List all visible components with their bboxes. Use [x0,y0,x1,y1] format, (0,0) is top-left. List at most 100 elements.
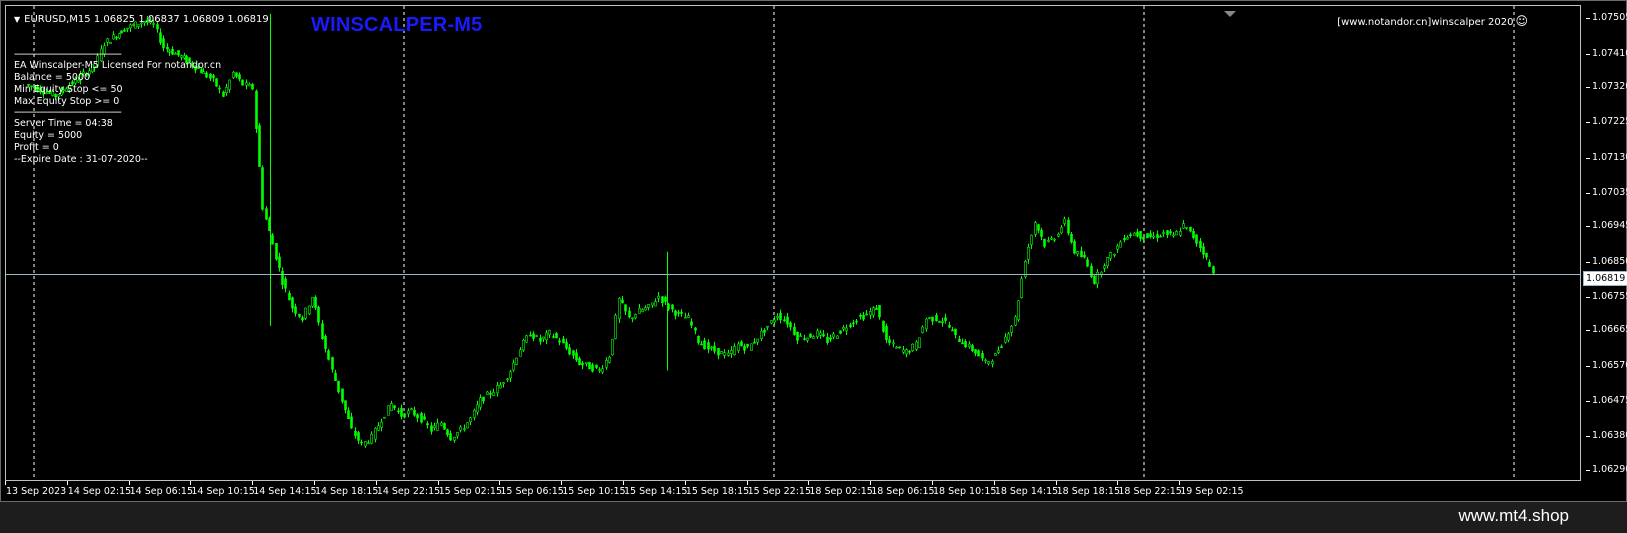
candle-body [403,413,406,418]
candle-body [849,324,852,328]
candle-body [129,24,132,29]
time-axis[interactable]: 13 Sep 2023 14 Sep 02:15 14 Sep 06:15 14 Se… [1,481,1581,501]
candle-body [390,403,393,412]
candle-body [1208,261,1211,267]
candle-body [694,327,697,331]
candle-body [453,436,456,441]
candle-body [298,313,301,317]
candle-body [275,243,278,260]
candle-body [1076,251,1079,255]
candle-body [697,335,700,343]
candle-body [657,295,660,299]
candle-body [1090,265,1093,277]
candle-body [1192,230,1195,239]
candle-body [304,307,307,319]
candle-body [1086,259,1089,267]
price-tick-label: 1.07320 [1592,81,1627,93]
time-tick [499,481,501,485]
candle-body [407,410,410,415]
candle-body [548,330,551,335]
candle-body [588,362,591,370]
price-tick-label: 1.06570 [1592,359,1627,371]
candle-body [680,312,683,314]
candle-body [479,397,482,408]
price-tick-label: 1.06290 [1592,463,1627,475]
candle-body [374,427,377,440]
time-tick-label: 14 Sep 22:15 [376,486,441,497]
candle-body [634,314,637,319]
candle-body [370,433,373,444]
candle-body [882,320,885,332]
candle-body [449,433,452,441]
candle-body [347,410,350,420]
dropdown-triangle-icon[interactable]: ▼ [14,15,20,24]
candle-body [598,369,601,372]
candle-body [446,429,449,435]
candle-body [261,167,264,210]
candle-body [433,425,436,429]
symbol-info: EURUSD,M15 1.06825 1.06837 1.06809 1.068… [24,14,269,25]
candle-body [713,345,716,352]
chart-window[interactable]: ▼ EURUSD,M15 1.06825 1.06837 1.06809 1.06… [0,0,1627,502]
candle-body [661,296,664,304]
candle-body [354,430,357,436]
candle-body [687,315,690,318]
candle-body [855,320,858,323]
candle-body [311,297,314,307]
candle-body [651,302,654,306]
candle-body [1126,237,1129,240]
symbol-header[interactable]: ▼ EURUSD,M15 1.06825 1.06837 1.06809 1.06… [14,14,269,25]
info-server-time: Server Time = 04:38 [14,118,113,129]
price-chart [6,6,1580,480]
candle-body [1185,227,1188,229]
time-tick [684,481,686,485]
candle-body [496,385,499,394]
candle-body [895,346,898,349]
candle-body [232,72,235,78]
candle-body [360,441,363,444]
candle-body [225,86,228,93]
candle-body [321,323,324,340]
candle-body [888,339,891,344]
candle-body [1080,250,1083,258]
candle-body [869,311,872,316]
candle-body [1043,238,1046,247]
candle-body [1212,266,1215,274]
time-tick [375,481,377,485]
time-tick-label: 15 Sep 18:15 [685,486,750,497]
time-tick [66,481,68,485]
candle-body [1106,257,1109,266]
candle-body [647,304,650,308]
plot-area[interactable]: ▼ EURUSD,M15 1.06825 1.06837 1.06809 1.06… [5,5,1581,481]
price-tick-label: 1.07410 [1592,47,1627,59]
candle-body [476,404,479,413]
candle-body [836,335,839,339]
candle-body [1199,240,1202,248]
candle-body [776,316,779,318]
candle-body [1007,333,1010,341]
candle-body [674,310,677,316]
candle-body [499,384,502,389]
candle-body [463,428,466,430]
candle-body [156,24,159,30]
candle-body [809,333,812,338]
candle-body [862,314,865,320]
candle-body [1113,253,1116,256]
candle-body [126,27,129,30]
time-tick [561,481,563,485]
price-tick [1586,436,1590,438]
candle-body [644,307,647,311]
candle-body [1139,231,1142,239]
price-axis[interactable]: 1.07505 1.07410 1.07320 1.07225 1.07130 1.070… [1586,1,1627,481]
candle-body [918,337,921,349]
candle-body [123,29,126,32]
candle-body [1073,241,1076,254]
candle-body [1205,253,1208,258]
time-tick-label: 18 Sep 14:15 [994,486,1059,497]
candle-body [314,297,317,308]
candle-body [783,319,786,321]
candle-body [878,305,881,318]
chart-shift-marker[interactable] [1224,11,1236,17]
candle-body [595,364,598,368]
candle-body [703,340,706,350]
